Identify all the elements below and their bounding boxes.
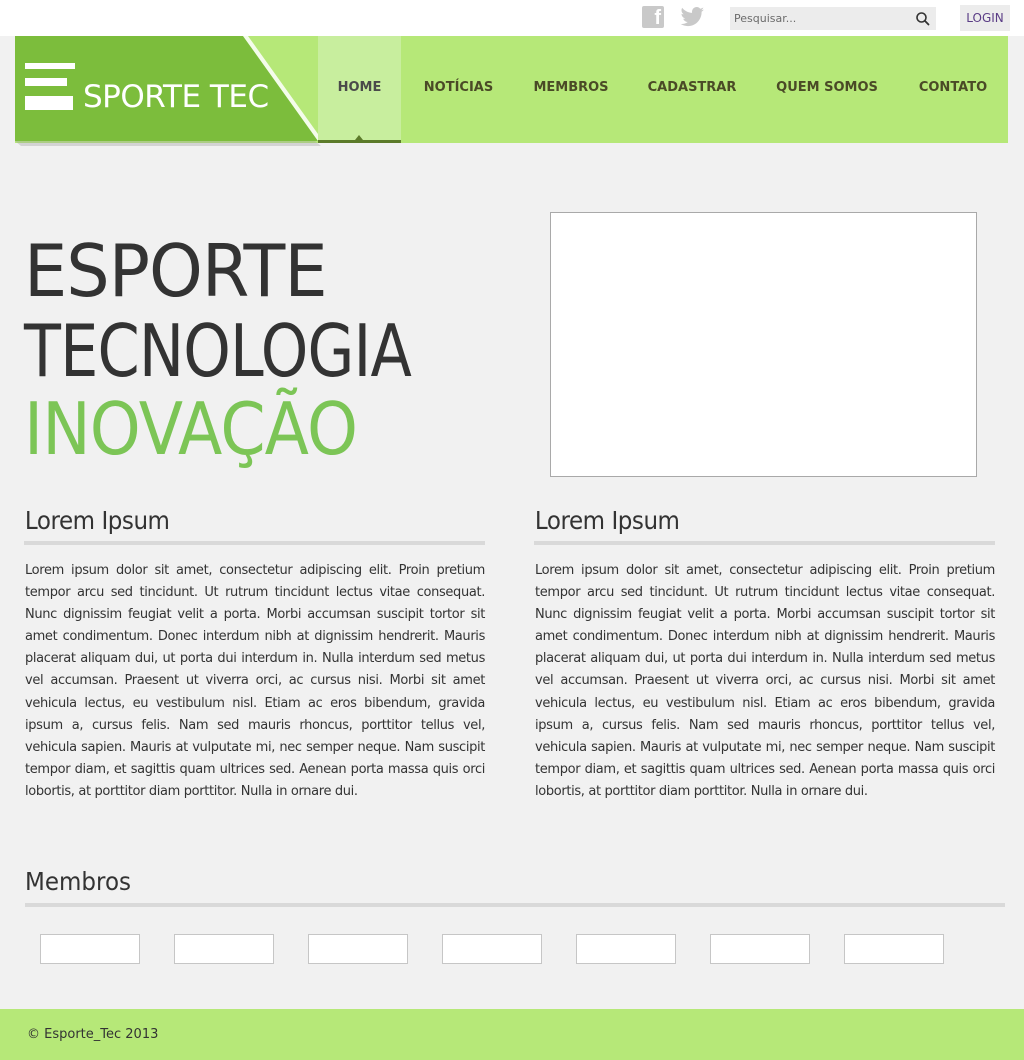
main-nav: HOME NOTÍCIAS MEMBROS CADASTRAR QUEM SOM… bbox=[318, 36, 1010, 143]
hero-title-line-2: TECNOLOGIA bbox=[24, 309, 412, 393]
nav-home[interactable]: HOME bbox=[318, 36, 401, 143]
search-input[interactable] bbox=[730, 7, 910, 30]
active-caret-icon bbox=[355, 135, 363, 140]
column-text: Lorem ipsum dolor sit amet, consectetur … bbox=[535, 563, 995, 799]
nav-quem-somos[interactable]: QUEM SOMOS bbox=[758, 36, 896, 143]
divider bbox=[24, 541, 485, 545]
members-title: Membros bbox=[25, 867, 132, 896]
nav-cadastrar[interactable]: CADASTRAR bbox=[626, 36, 758, 143]
login-button[interactable]: LOGIN bbox=[960, 5, 1010, 31]
member-card[interactable] bbox=[442, 934, 542, 964]
hero-image-placeholder bbox=[550, 212, 977, 477]
hero-title-line-1: ESPORTE bbox=[24, 229, 328, 313]
content-column-left: Lorem Ipsum Lorem ipsum dolor sit amet, … bbox=[24, 505, 485, 803]
nav-membros[interactable]: MEMBROS bbox=[516, 36, 626, 143]
site-logo[interactable]: SPORTE TEC bbox=[15, 36, 333, 146]
nav-contato[interactable]: CONTATO bbox=[896, 36, 1010, 143]
facebook-icon[interactable]: f bbox=[642, 6, 664, 28]
content-column-right: Lorem Ipsum Lorem ipsum dolor sit amet, … bbox=[534, 505, 995, 803]
nav-noticias[interactable]: NOTÍCIAS bbox=[401, 36, 516, 143]
column-title: Lorem Ipsum bbox=[534, 506, 680, 535]
twitter-icon[interactable] bbox=[680, 6, 706, 28]
column-text: Lorem ipsum dolor sit amet, consectetur … bbox=[25, 563, 485, 799]
member-card[interactable] bbox=[844, 934, 944, 964]
column-title: Lorem Ipsum bbox=[24, 506, 170, 535]
search-icon[interactable] bbox=[914, 10, 932, 28]
top-bar: f LOGIN bbox=[0, 0, 1024, 36]
copyright-text: © Esporte_Tec 2013 bbox=[27, 1027, 159, 1042]
member-card[interactable] bbox=[174, 934, 274, 964]
divider bbox=[534, 541, 995, 545]
site-header: SPORTE TEC HOME NOTÍCIAS MEMBROS CADASTR… bbox=[15, 36, 1010, 146]
hero-title-line-3: INOVAÇÃO bbox=[24, 387, 358, 471]
member-card[interactable] bbox=[40, 934, 140, 964]
member-card[interactable] bbox=[710, 934, 810, 964]
member-card[interactable] bbox=[308, 934, 408, 964]
divider bbox=[25, 903, 1005, 907]
search-box bbox=[730, 7, 936, 30]
member-card[interactable] bbox=[576, 934, 676, 964]
site-footer: © Esporte_Tec 2013 bbox=[0, 1009, 1024, 1060]
logo-text: SPORTE TEC bbox=[83, 79, 269, 115]
